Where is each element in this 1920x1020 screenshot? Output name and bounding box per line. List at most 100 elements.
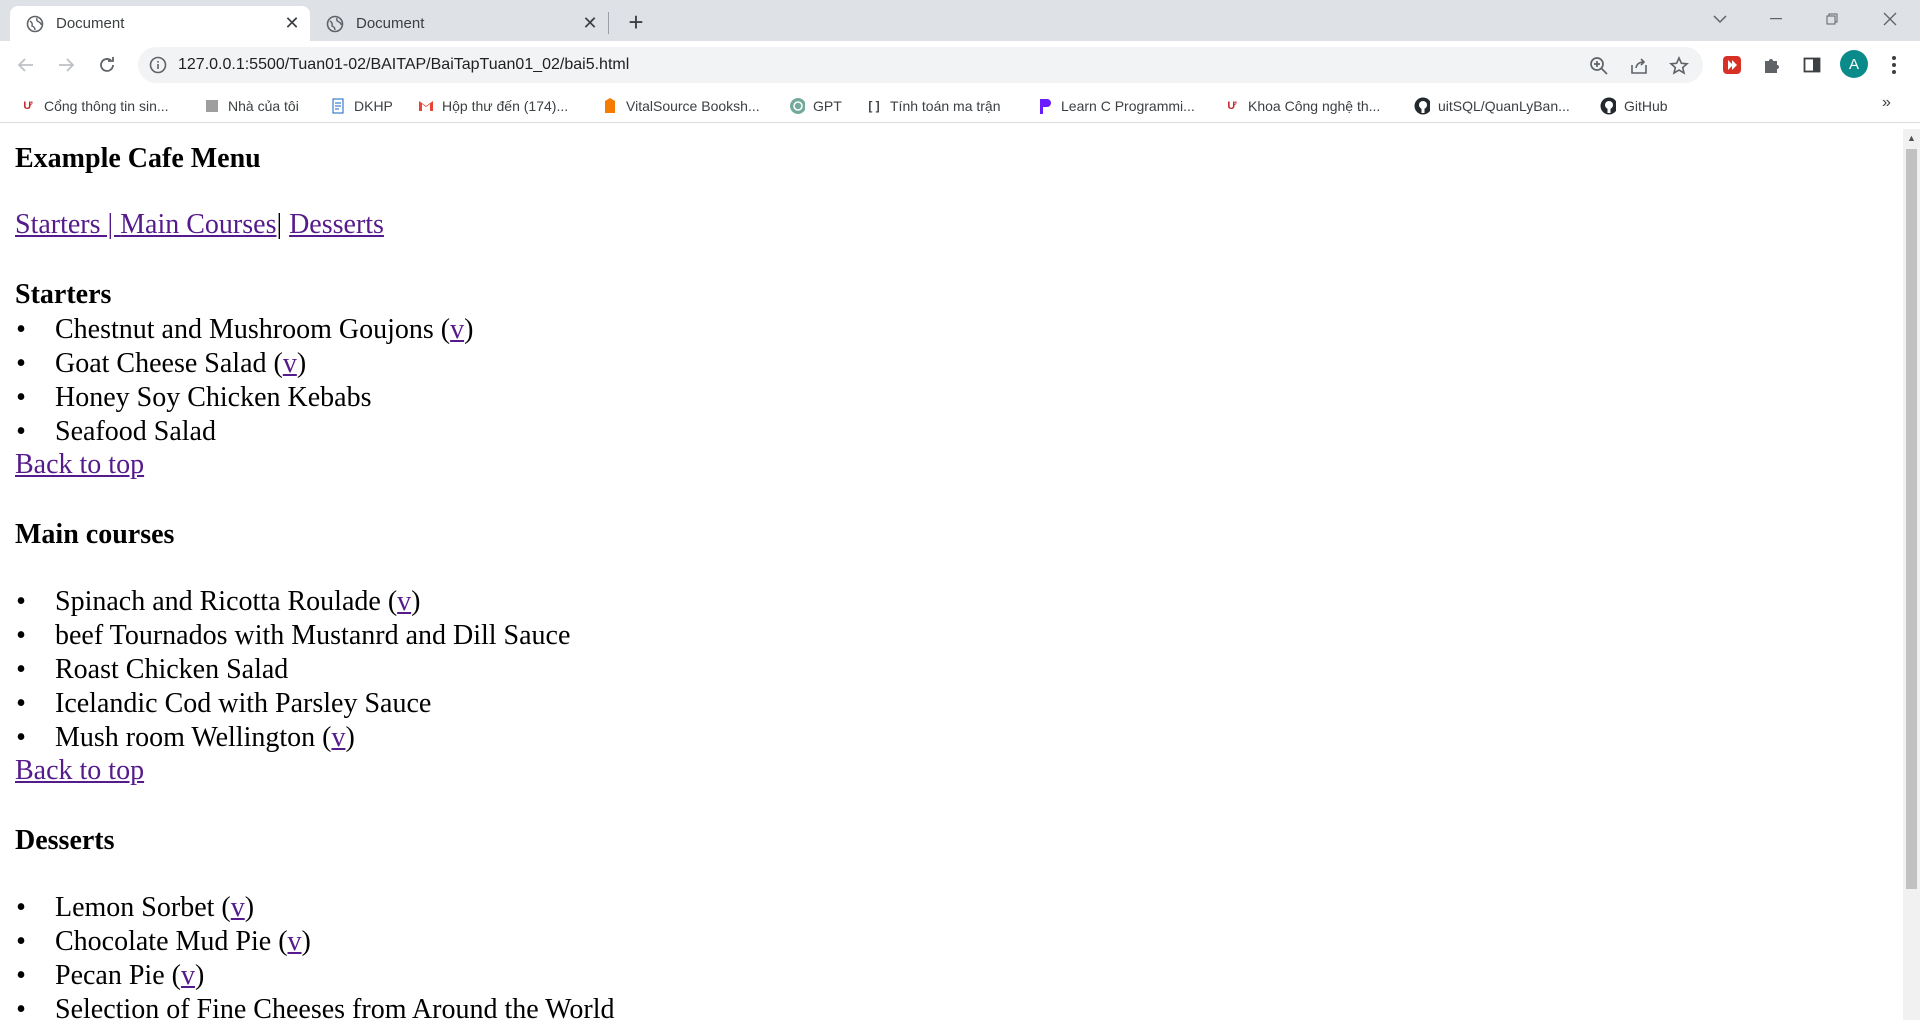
nav-separator: | (276, 209, 290, 240)
starters-list: • Chestnut and Mushroom Goujons (v) • Goat… (15, 313, 473, 449)
github-icon (1414, 97, 1430, 115)
nav-link-main-courses[interactable]: Main Courses (120, 209, 276, 240)
uit-logo-icon: Ư (1227, 100, 1237, 112)
bookmarks-bar: Ư Cổng thông tin sin... Nhà của tôi DKHP… (0, 89, 1920, 123)
browser-toolbar: 127.0.0.1:5500/Tuan01-02/BAITAP/BaiTapTu… (0, 41, 1920, 89)
extension-red-icon[interactable] (1720, 53, 1744, 77)
bookmark-label: GitHub (1624, 98, 1668, 114)
zoom-icon[interactable] (1588, 55, 1610, 77)
matrix-icon: [ ] (868, 99, 880, 113)
forward-arrow-icon[interactable] (50, 49, 82, 81)
tab-label: Document (56, 15, 125, 32)
openai-icon (789, 98, 805, 114)
gmail-icon (418, 98, 434, 114)
section-heading-main-courses: Main courses (15, 519, 175, 550)
tab-document[interactable]: Document ✕ (312, 6, 608, 41)
bookmark-label: Nhà của tôi (228, 98, 299, 114)
item-name: Selection of Fine Cheeses from Around th… (55, 994, 615, 1020)
close-tab-icon[interactable]: ✕ (578, 12, 602, 36)
url-text: 127.0.0.1:5500/Tuan01-02/BAITAP/BaiTapTu… (178, 56, 630, 73)
extensions-puzzle-icon[interactable] (1760, 53, 1784, 77)
tab-search-icon[interactable] (1700, 4, 1740, 34)
list-item: • Goat Cheese Salad (v) (16, 348, 307, 379)
share-icon[interactable] (1628, 55, 1650, 77)
item-name: Chocolate Mud Pie (55, 926, 272, 957)
bookmark-star-icon[interactable] (1668, 55, 1690, 77)
item-name: Seafood Salad (55, 416, 216, 447)
list-item: • Selection of Fine Cheeses from Around t… (15, 993, 614, 1020)
tab-divider (608, 12, 609, 34)
section-heading-starters: Starters (15, 279, 112, 310)
new-tab-icon[interactable]: + (622, 7, 650, 37)
vegetarian-link[interactable]: v (181, 960, 195, 991)
window-close-icon[interactable] (1870, 4, 1910, 34)
uit-logo-icon: Ư (23, 100, 33, 112)
bookmark-label: DKHP (354, 98, 393, 114)
profile-avatar[interactable]: A (1840, 50, 1868, 78)
reload-icon[interactable] (91, 49, 123, 81)
menu-kebab-icon[interactable] (1882, 53, 1906, 77)
back-arrow-icon[interactable] (10, 49, 42, 81)
bookmark-label: GPT (813, 98, 842, 114)
document-icon (330, 98, 346, 114)
list-item: • Seafood Salad (16, 416, 216, 447)
browser-chrome: Document ✕ Document ✕ + 127.0.0.1:5500/T… (0, 0, 1920, 129)
bookmark-learn-c[interactable]: Learn C Programmi... (1037, 95, 1195, 117)
minimize-icon[interactable] (1756, 4, 1796, 34)
nav-link-starters[interactable]: Starters | (15, 209, 120, 240)
list-item: • Lemon Sorbet (v) (16, 892, 255, 923)
site-info-icon[interactable] (148, 55, 168, 75)
bookmark-vitalsource[interactable]: VitalSource Booksh... (602, 95, 760, 117)
bookmark-tinh-toan-ma-tran[interactable]: [ ] Tính toán ma trận (866, 95, 1000, 117)
bookmark-cong-thong-tin[interactable]: Ư Cổng thông tin sin... (20, 95, 169, 117)
bookmark-khoa-cong-nghe[interactable]: Ư Khoa Công nghệ th... (1224, 95, 1380, 117)
list-item: • Chestnut and Mushroom Goujons (v) (16, 314, 474, 345)
restore-icon[interactable] (1812, 4, 1852, 34)
vegetarian-link[interactable]: v (331, 722, 345, 753)
nav-link-desserts[interactable]: Desserts (289, 209, 384, 240)
item-name: Spinach and Ricotta Roulade (55, 586, 381, 617)
vertical-scrollbar[interactable]: ▲ (1903, 129, 1920, 1020)
side-panel-icon[interactable] (1800, 53, 1824, 77)
item-name: beef Tournados with Mustanrd and Dill Sa… (55, 620, 571, 651)
section-nav: Starters | Main Courses| Desserts (15, 209, 384, 241)
vegetarian-link[interactable]: v (288, 926, 302, 957)
bookmark-uitsql[interactable]: uitSQL/QuanLyBan... (1414, 95, 1570, 117)
item-name: Icelandic Cod with Parsley Sauce (55, 688, 432, 719)
scrollbar-thumb[interactable] (1906, 149, 1917, 889)
bookmark-label: Hộp thư đến (174)... (442, 98, 569, 114)
list-item: • Roast Chicken Salad (16, 654, 289, 685)
vegetarian-link[interactable]: v (283, 348, 297, 379)
tab-strip: Document ✕ Document ✕ + (0, 0, 1920, 41)
vitalsource-icon (602, 98, 618, 114)
home-page-icon (204, 98, 220, 114)
list-item: • beef Tournados with Mustanrd and Dill S… (16, 620, 571, 651)
bookmark-github[interactable]: GitHub (1600, 95, 1668, 117)
back-to-top-link[interactable]: Back to top (15, 755, 144, 787)
list-item: • Mush room Wellington (v) (16, 722, 355, 753)
scroll-up-arrow-icon[interactable]: ▲ (1903, 129, 1920, 146)
vegetarian-link[interactable]: v (450, 314, 464, 345)
list-item: • Spinach and Ricotta Roulade (v) (16, 586, 421, 617)
close-tab-icon[interactable]: ✕ (280, 12, 304, 36)
bookmark-gpt[interactable]: GPT (789, 95, 842, 117)
list-item: • Honey Soy Chicken Kebabs (16, 382, 372, 413)
page-content: Example Cafe Menu Starters | Main Course… (0, 129, 1903, 1020)
list-item: • Pecan Pie (v) (16, 960, 205, 991)
tab-label: Document (356, 15, 425, 32)
address-bar[interactable]: 127.0.0.1:5500/Tuan01-02/BAITAP/BaiTapTu… (138, 47, 1703, 83)
tab-document-active[interactable]: Document ✕ (10, 6, 310, 41)
bookmark-label: Cổng thông tin sin... (44, 98, 169, 114)
bookmark-nha-cua-toi[interactable]: Nhà của tôi (204, 95, 299, 117)
bookmark-hop-thu-den[interactable]: Hộp thư đến (174)... (418, 95, 568, 117)
bookmarks-overflow-icon[interactable]: » (1882, 94, 1891, 112)
item-name: Chestnut and Mushroom Goujons (55, 314, 434, 345)
list-item: • Icelandic Cod with Parsley Sauce (16, 688, 432, 719)
vegetarian-link[interactable]: v (231, 892, 245, 923)
globe-icon (326, 15, 344, 33)
bookmark-label: Learn C Programmi... (1061, 98, 1195, 114)
bookmark-label: VitalSource Booksh... (626, 98, 760, 114)
bookmark-dkhp[interactable]: DKHP (330, 95, 393, 117)
vegetarian-link[interactable]: v (397, 586, 411, 617)
back-to-top-link[interactable]: Back to top (15, 449, 144, 481)
